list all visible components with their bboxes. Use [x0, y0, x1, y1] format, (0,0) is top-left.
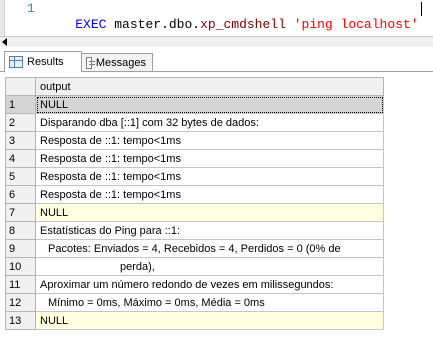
- tab-messages-label: Messages: [95, 56, 146, 69]
- table-row[interactable]: 9 Pacotes: Enviados = 4, Recebidos = 4, …: [5, 239, 384, 258]
- scroll-left-arrow-icon[interactable]: [2, 38, 7, 46]
- table-row[interactable]: 5 Resposta de ::1: tempo<1ms: [5, 167, 384, 186]
- grid-cell[interactable]: NULL: [35, 95, 384, 114]
- grid-header-row: output: [5, 77, 384, 96]
- row-number[interactable]: 12: [5, 293, 36, 312]
- grid-icon: [9, 56, 23, 68]
- row-number[interactable]: 2: [5, 113, 36, 132]
- table-row[interactable]: 11 Aproximar um número redondo de vezes …: [5, 275, 384, 294]
- procedure-name: xp_cmdshell: [200, 17, 286, 32]
- grid-cell[interactable]: perda),: [35, 257, 384, 276]
- table-row[interactable]: 13 NULL: [5, 311, 384, 330]
- table-row[interactable]: 1 NULL: [5, 95, 384, 114]
- row-number[interactable]: 9: [5, 239, 36, 258]
- row-number[interactable]: 5: [5, 167, 36, 186]
- query-editor[interactable]: 1 EXEC master.dbo.xp_cmdshell 'ping local…: [0, 0, 433, 36]
- row-number[interactable]: 8: [5, 221, 36, 240]
- keyword-exec: EXEC: [75, 17, 107, 32]
- table-row[interactable]: 12 Mínimo = 0ms, Máximo = 0ms, Média = 0…: [5, 293, 384, 312]
- grid-cell-null[interactable]: NULL: [35, 311, 384, 330]
- line-number: 1: [27, 1, 35, 16]
- grid-cell[interactable]: Estatísticas do Ping para ::1:: [35, 221, 384, 240]
- row-number[interactable]: 3: [5, 131, 36, 150]
- messages-icon: [86, 56, 95, 69]
- grid-cell[interactable]: Resposta de ::1: tempo<1ms: [35, 131, 384, 150]
- table-row[interactable]: 3 Resposta de ::1: tempo<1ms: [5, 131, 384, 150]
- tab-results-label: Results: [27, 56, 64, 68]
- string-literal: 'ping localhost': [293, 17, 419, 32]
- column-header-output[interactable]: output: [35, 77, 384, 96]
- grid-cell-null[interactable]: NULL: [35, 203, 384, 222]
- results-tab-bar: Results Messages: [0, 47, 433, 72]
- row-number[interactable]: 7: [5, 203, 36, 222]
- table-row[interactable]: 4 Resposta de ::1: tempo<1ms: [5, 149, 384, 168]
- table-row[interactable]: 8 Estatísticas do Ping para ::1:: [5, 221, 384, 240]
- grid-cell[interactable]: Resposta de ::1: tempo<1ms: [35, 149, 384, 168]
- grid-cell[interactable]: Pacotes: Enviados = 4, Recebidos = 4, Pe…: [35, 239, 384, 258]
- grid-cell[interactable]: Mínimo = 0ms, Máximo = 0ms, Média = 0ms: [35, 293, 384, 312]
- grid-cell[interactable]: Disparando dba [::1] com 32 bytes de dad…: [35, 113, 384, 132]
- object-name: master.dbo.: [114, 17, 201, 32]
- results-pane: output 1 NULL 2 Disparando dba [::1] com…: [0, 72, 433, 360]
- grid-cell[interactable]: Resposta de ::1: tempo<1ms: [35, 185, 384, 204]
- code-line-1[interactable]: 1 EXEC master.dbo.xp_cmdshell 'ping local…: [27, 1, 419, 32]
- row-number[interactable]: 11: [5, 275, 36, 294]
- row-number[interactable]: 4: [5, 149, 36, 168]
- grid-corner-cell[interactable]: [5, 77, 36, 96]
- table-row[interactable]: 6 Resposta de ::1: tempo<1ms: [5, 185, 384, 204]
- results-grid[interactable]: output 1 NULL 2 Disparando dba [::1] com…: [5, 77, 384, 330]
- table-row[interactable]: 2 Disparando dba [::1] com 32 bytes de d…: [5, 113, 384, 132]
- table-row[interactable]: 10 perda),: [5, 257, 384, 276]
- row-number[interactable]: 13: [5, 311, 36, 330]
- grid-cell[interactable]: Resposta de ::1: tempo<1ms: [35, 167, 384, 186]
- tab-results[interactable]: Results: [4, 51, 82, 72]
- row-number[interactable]: 1: [5, 95, 36, 114]
- row-number[interactable]: 10: [5, 257, 36, 276]
- grid-cell[interactable]: Aproximar um número redondo de vezes em …: [35, 275, 384, 294]
- editor-margin: [0, 0, 5, 36]
- tab-messages[interactable]: Messages: [81, 53, 153, 71]
- row-number[interactable]: 6: [5, 185, 36, 204]
- table-row[interactable]: 7 NULL: [5, 203, 384, 222]
- text-caret: [421, 2, 422, 16]
